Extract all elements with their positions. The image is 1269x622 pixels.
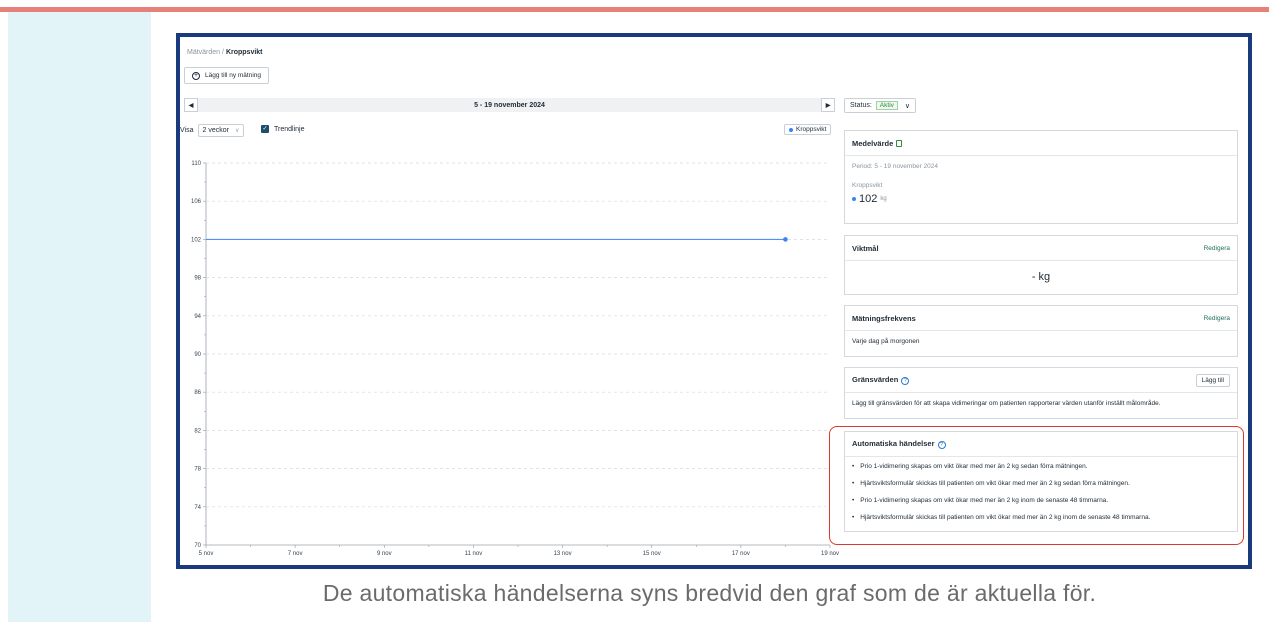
y-tick-label: 74: [194, 505, 201, 511]
y-tick-label: 86: [194, 390, 201, 396]
y-tick-label: 90: [194, 352, 201, 358]
x-tick-label: 5 nov: [199, 551, 214, 557]
x-tick-label: 7 nov: [288, 551, 303, 557]
help-icon[interactable]: ?: [901, 376, 910, 385]
y-tick-label: 82: [194, 428, 201, 434]
app-screenshot-frame: Mätvärden / Kroppsvikt + Lägg till ny mä…: [176, 33, 1252, 569]
frequency-card-title: Mätningsfrekvens: [852, 313, 916, 323]
trendline-checkbox[interactable]: ✓: [261, 125, 269, 133]
series-dot-icon: [789, 127, 793, 132]
view-range-control: Visa 2 veckor ∨: [180, 124, 245, 137]
y-tick-label: 98: [194, 276, 201, 282]
average-card-header: Medelvärde: [845, 131, 1237, 156]
y-tick-label: 70: [194, 543, 201, 549]
frequency-card: Mätningsfrekvens Redigera Varje dag på m…: [844, 305, 1238, 357]
y-tick-label: 78: [194, 467, 201, 473]
series-dot-icon: [852, 197, 856, 201]
y-tick-label: 110: [191, 161, 201, 167]
goal-card: Viktmål Redigera - kg: [844, 235, 1238, 295]
top-accent-rule: [0, 7, 1269, 12]
status-select[interactable]: Status: Aktiv ∨: [844, 98, 917, 113]
average-number: 102: [859, 193, 878, 205]
chevron-down-icon: ∨: [234, 128, 240, 134]
legend-label: Kroppsvikt: [796, 126, 827, 133]
period-label: 5 - 19 november 2024: [474, 101, 545, 109]
frequency-value: Varje dag på morgonen: [852, 338, 920, 345]
view-range-value: 2 veckor: [202, 127, 229, 134]
y-tick-label: 102: [191, 237, 202, 243]
breadcrumb-parent[interactable]: Mätvärden: [187, 49, 220, 56]
breadcrumb-current: Kroppsvikt: [225, 49, 263, 56]
goal-card-title: Viktmål: [852, 243, 879, 253]
caret-right-icon: ▶: [825, 102, 831, 109]
x-tick-label: 15 nov: [643, 551, 661, 557]
goal-card-header: Viktmål Redigera: [845, 236, 1237, 261]
status-label: Status:: [850, 102, 872, 109]
average-unit: kg: [880, 196, 887, 202]
average-card-title: Medelvärde: [852, 138, 894, 148]
period-navigator: ◀ 5 - 19 november 2024 ▶: [184, 98, 835, 112]
view-label: Visa: [180, 127, 194, 134]
caret-left-icon: ◀: [188, 102, 194, 109]
previous-period-button[interactable]: ◀: [184, 98, 198, 112]
figure-caption: De automatiska händelserna syns bredvid …: [322, 580, 1097, 606]
x-tick-label: 13 nov: [554, 551, 572, 557]
next-period-button[interactable]: ▶: [821, 98, 835, 112]
view-range-select[interactable]: 2 veckor ∨: [197, 124, 245, 137]
copy-icon[interactable]: [896, 140, 903, 148]
y-tick-label: 106: [191, 199, 202, 205]
average-card: Medelvärde Period: 5 - 19 november 2024 …: [844, 130, 1238, 224]
y-tick-label: 94: [194, 314, 201, 320]
weight-chart: 110 106 102 98 94 90 86 82 78 74 70 5 nov 7 nov 9 nov…: [191, 161, 839, 557]
plus-circle-icon: +: [192, 71, 200, 80]
limits-card: Gränsvärden? Lägg till Lägg till gränsvä…: [844, 367, 1238, 419]
x-tick-label: 17 nov: [732, 551, 750, 557]
frequency-card-header: Mätningsfrekvens Redigera: [845, 306, 1237, 331]
data-point: [783, 237, 788, 242]
x-tick-label: 11 nov: [465, 551, 483, 557]
limits-card-title: Gränsvärden: [852, 375, 899, 385]
trendline-toggle[interactable]: ✓ Trendlinje: [261, 125, 304, 133]
breadcrumb-separator: /: [222, 49, 224, 56]
left-side-band: [8, 12, 151, 622]
breadcrumb: Mätvärden / Kroppsvikt: [187, 49, 263, 56]
add-measurement-button[interactable]: + Lägg till ny mätning: [184, 67, 270, 84]
average-value: 102 kg: [852, 193, 1230, 205]
x-tick-label: 9 nov: [377, 551, 392, 557]
status-badge: Aktiv: [875, 101, 898, 110]
average-metric: Kroppsvikt: [852, 182, 883, 189]
average-period: Period: 5 - 19 november 2024: [852, 163, 938, 170]
legend-kroppsvikt[interactable]: Kroppsvikt: [784, 124, 832, 135]
trendline-label: Trendlinje: [274, 125, 305, 133]
chevron-down-icon: ∨: [904, 102, 911, 110]
x-tick-label: 19 nov: [821, 551, 839, 557]
goal-value: - kg: [1031, 271, 1051, 283]
highlight-outline: [829, 426, 1244, 545]
limits-card-header: Gränsvärden? Lägg till: [845, 368, 1237, 393]
add-limit-button[interactable]: Lägg till: [1195, 373, 1230, 387]
limits-text: Lägg till gränsvärden för att skapa vidi…: [852, 400, 1161, 407]
goal-edit-link[interactable]: Redigera: [1204, 245, 1230, 252]
add-measurement-label: Lägg till ny mätning: [205, 72, 262, 79]
frequency-edit-link[interactable]: Redigera: [1204, 315, 1230, 322]
